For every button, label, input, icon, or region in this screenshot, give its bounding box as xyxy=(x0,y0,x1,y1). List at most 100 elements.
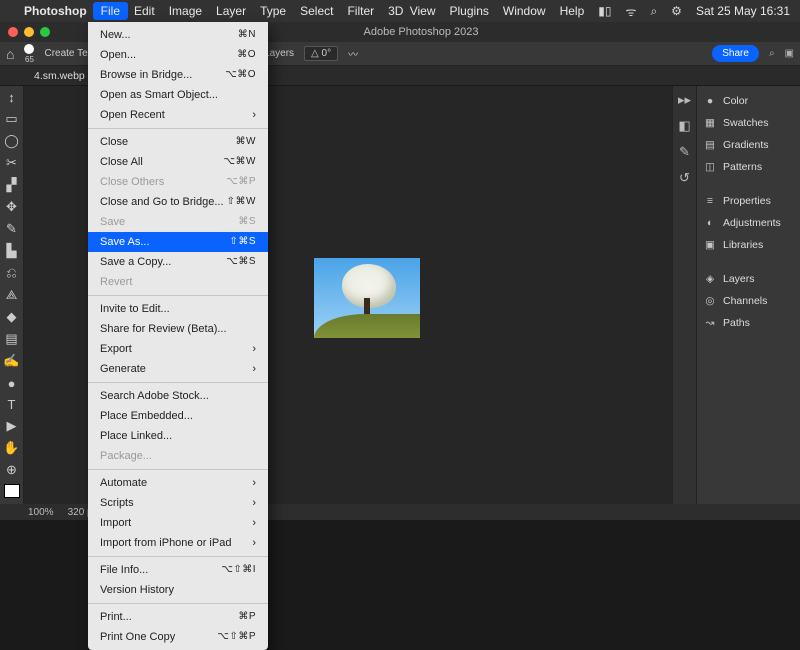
panel-layers[interactable]: ◈Layers xyxy=(703,270,794,288)
menu-select[interactable]: Select xyxy=(300,4,333,18)
zoom-level[interactable]: 100% xyxy=(28,507,54,518)
menuitem-shortcut: ⇧⌘W xyxy=(227,194,256,210)
menuitem-browse-in-bridge[interactable]: Browse in Bridge...⌥⌘O xyxy=(88,65,268,85)
menuitem-export[interactable]: Export› xyxy=(88,339,268,359)
menuitem-generate[interactable]: Generate› xyxy=(88,359,268,379)
menuitem-print-one-copy[interactable]: Print One Copy⌥⇧⌘P xyxy=(88,627,268,647)
menuitem-label: Browse in Bridge... xyxy=(100,67,192,83)
menu-plugins[interactable]: Plugins xyxy=(450,4,489,18)
menuitem-open-recent[interactable]: Open Recent › xyxy=(88,105,268,125)
menuitem-open-as-smart-object[interactable]: Open as Smart Object... xyxy=(88,85,268,105)
menu-help[interactable]: Help xyxy=(560,4,585,18)
tool-6[interactable]: ✎ xyxy=(3,221,21,237)
panel-patterns[interactable]: ◫Patterns xyxy=(703,158,794,176)
menuitem-place-linked[interactable]: Place Linked... xyxy=(88,426,268,446)
color-swatch[interactable] xyxy=(4,484,20,498)
menuitem-version-history[interactable]: Version History xyxy=(88,580,268,600)
menuitem-automate[interactable]: Automate› xyxy=(88,473,268,493)
tool-2[interactable]: ◯ xyxy=(3,133,21,149)
panel-adjustments[interactable]: ◐Adjustments xyxy=(703,214,794,232)
control-center-icon[interactable]: ⚙ xyxy=(671,4,682,18)
menuitem-search-adobe-stock[interactable]: Search Adobe Stock... xyxy=(88,386,268,406)
traffic-lights[interactable] xyxy=(8,27,50,37)
menuitem-label: Place Embedded... xyxy=(100,408,193,424)
menu-3d[interactable]: 3D xyxy=(388,4,403,18)
tool-16[interactable]: ✋ xyxy=(3,440,21,456)
search-panels-icon[interactable]: ⌕ xyxy=(769,48,775,59)
tool-7[interactable]: ▙ xyxy=(3,243,21,259)
tool-8[interactable]: ⎌ xyxy=(3,265,21,281)
tool-4[interactable]: ▞ xyxy=(3,177,21,193)
menuitem-label: Place Linked... xyxy=(100,428,172,444)
panel-color[interactable]: ●Color xyxy=(703,92,794,110)
menuitem-close[interactable]: Close⌘W xyxy=(88,132,268,152)
wifi-icon: ᯤ xyxy=(625,3,636,20)
menuitem-save: Save⌘S xyxy=(88,212,268,232)
menuitem-close-and-go-to-bridge[interactable]: Close and Go to Bridge...⇧⌘W xyxy=(88,192,268,212)
workspace-icon[interactable]: ▣ xyxy=(785,48,794,59)
panel-channels[interactable]: ◎Channels xyxy=(703,292,794,310)
tool-17[interactable]: ⊕ xyxy=(3,462,21,478)
panel-libraries[interactable]: ▣Libraries xyxy=(703,236,794,254)
menuitem-import-from-iphone-or-ipad[interactable]: Import from iPhone or iPad› xyxy=(88,533,268,553)
menuitem-new[interactable]: New...⌘N xyxy=(88,25,268,45)
menu-window[interactable]: Window xyxy=(503,4,546,18)
tool-14[interactable]: T xyxy=(3,397,21,412)
menuitem-shortcut: ⌥⇧⌘P xyxy=(217,629,256,645)
menuitem-close-all[interactable]: Close All⌥⌘W xyxy=(88,152,268,172)
submenu-chevron-icon: › xyxy=(252,475,256,491)
panel-label: Adjustments xyxy=(723,217,781,229)
tool-0[interactable]: ↕ xyxy=(3,90,21,105)
submenu-chevron-icon: › xyxy=(252,107,256,123)
tool-11[interactable]: ▤ xyxy=(3,331,21,347)
panel-label: Patterns xyxy=(723,161,762,173)
menu-filter[interactable]: Filter xyxy=(347,4,374,18)
app-name[interactable]: Photoshop xyxy=(24,4,87,18)
tool-15[interactable]: ▶ xyxy=(3,418,21,434)
panel-swatches[interactable]: ▦Swatches xyxy=(703,114,794,132)
menu-view[interactable]: View xyxy=(410,4,436,18)
tool-10[interactable]: ◆ xyxy=(3,309,21,325)
brush-preview[interactable]: 65 xyxy=(24,44,34,64)
menu-layer[interactable]: Layer xyxy=(216,4,246,18)
minimize-window-button[interactable] xyxy=(24,27,34,37)
menuitem-save-as[interactable]: Save As...⇧⌘S xyxy=(88,232,268,252)
tool-5[interactable]: ✥ xyxy=(3,199,21,215)
menuitem-label: Open Recent xyxy=(100,107,165,123)
tool-9[interactable]: ⟁ xyxy=(3,287,21,303)
tool-3[interactable]: ✂ xyxy=(3,155,21,171)
menu-file[interactable]: File xyxy=(93,2,128,20)
menuitem-print[interactable]: Print...⌘P xyxy=(88,607,268,627)
tool-13[interactable]: ● xyxy=(3,375,21,390)
search-icon[interactable]: ⌕ xyxy=(650,4,657,19)
menuitem-scripts[interactable]: Scripts› xyxy=(88,493,268,513)
menuitem-open[interactable]: Open...⌘O xyxy=(88,45,268,65)
home-button[interactable]: ⌂ xyxy=(6,46,14,62)
pressure-icon[interactable]: 〰 xyxy=(348,46,358,61)
panel-toggle-icon[interactable]: ▸▸ xyxy=(678,92,691,108)
document-image[interactable] xyxy=(314,258,420,338)
tool-1[interactable]: ▭ xyxy=(3,111,21,127)
menuitem-save-a-copy[interactable]: Save a Copy...⌥⌘S xyxy=(88,252,268,272)
brushes-icon[interactable]: ✎ xyxy=(679,144,690,160)
tool-12[interactable]: ✍ xyxy=(3,353,21,369)
panel-properties[interactable]: ≡Properties xyxy=(703,192,794,210)
menuitem-place-embedded[interactable]: Place Embedded... xyxy=(88,406,268,426)
menu-type[interactable]: Type xyxy=(260,4,286,18)
menu-edit[interactable]: Edit xyxy=(134,4,155,18)
close-window-button[interactable] xyxy=(8,27,18,37)
panel-paths[interactable]: ↝Paths xyxy=(703,314,794,332)
color-picker-icon[interactable]: ◧ xyxy=(678,118,690,134)
menuitem-file-info[interactable]: File Info...⌥⇧⌘I xyxy=(88,560,268,580)
menuitem-share-for-review-beta[interactable]: Share for Review (Beta)... xyxy=(88,319,268,339)
angle-field[interactable]: △ 0° xyxy=(304,46,338,61)
share-button[interactable]: Share xyxy=(712,45,759,62)
panel-gradients[interactable]: ▤Gradients xyxy=(703,136,794,154)
history-icon[interactable]: ↺ xyxy=(679,170,690,186)
menu-image[interactable]: Image xyxy=(169,4,202,18)
maximize-window-button[interactable] xyxy=(40,27,50,37)
menuitem-invite-to-edit[interactable]: Invite to Edit... xyxy=(88,299,268,319)
clock[interactable]: Sat 25 May 16:31 xyxy=(696,4,790,18)
menuitem-import[interactable]: Import› xyxy=(88,513,268,533)
menuitem-label: Generate xyxy=(100,361,146,377)
